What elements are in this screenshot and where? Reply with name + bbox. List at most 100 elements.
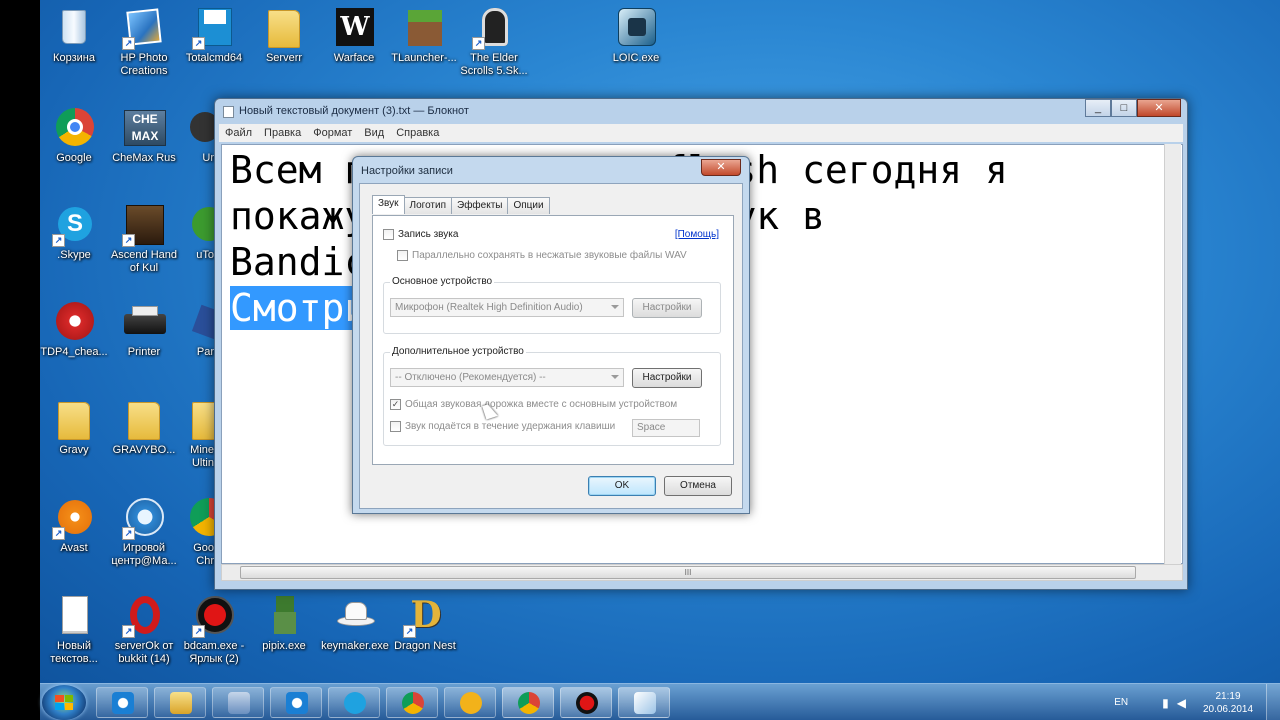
tab-logo[interactable]: Логотип xyxy=(403,197,452,214)
secondary-settings-button[interactable]: Настройки xyxy=(632,368,702,388)
desktop-icon-label: Goo Chr xyxy=(193,542,214,567)
desktop-icon-partial-goo[interactable]: Goo Chr xyxy=(180,490,214,582)
desktop-icon-keymaker[interactable]: keymaker.exe xyxy=(320,588,390,680)
taskbar-ie-button[interactable] xyxy=(96,687,148,718)
desktop-icon-label: Корзина xyxy=(53,52,95,64)
desktop-icon-bdcam[interactable]: ↗ bdcam.exe - Ярлык (2) xyxy=(179,588,249,680)
desktop-icon-serverr[interactable]: Serverr xyxy=(249,0,319,92)
desktop-icon-gravy[interactable]: Gravy xyxy=(39,392,109,484)
taskbar-media-button[interactable] xyxy=(212,687,264,718)
menu-item-format[interactable]: Формат xyxy=(307,127,358,139)
primary-settings-button[interactable]: Настройки xyxy=(632,298,702,318)
vertical-scrollbar[interactable] xyxy=(1164,144,1181,564)
desktop-icon-label: .Skype xyxy=(57,249,91,261)
language-indicator[interactable]: EN xyxy=(1114,697,1128,708)
desktop-icon-printer[interactable]: Printer xyxy=(109,294,179,386)
desktop-icon-hp-photo[interactable]: ↗ HP Photo Creations xyxy=(109,0,179,92)
desktop-icon-partial-ur[interactable]: Ur xyxy=(180,100,214,192)
loic-icon xyxy=(614,6,658,50)
desktop-icon-warface[interactable]: W Warface xyxy=(319,0,389,92)
start-button[interactable] xyxy=(42,685,86,720)
menu-bar: Файл Правка Формат Вид Справка xyxy=(219,124,1183,142)
group-label: Основное устройство xyxy=(390,276,495,287)
help-link[interactable]: [Помощь] xyxy=(675,229,719,240)
show-desktop-button[interactable] xyxy=(1266,684,1280,720)
keymaker-hat-icon xyxy=(333,594,377,638)
primary-device-select[interactable]: Микрофон (Realtek High Definition Audio) xyxy=(390,298,624,317)
desktop-icon-label: Dragon Nest xyxy=(394,640,456,652)
record-settings-dialog[interactable]: Настройки записи ✕ Звук Логотип Эффекты … xyxy=(352,156,750,514)
menu-item-view[interactable]: Вид xyxy=(358,127,390,139)
horizontal-scrollbar[interactable]: III xyxy=(221,564,1183,581)
taskbar-skype-button[interactable] xyxy=(328,687,380,718)
recycle-bin-icon xyxy=(52,6,96,50)
record-sound-checkbox[interactable]: Запись звука xyxy=(383,229,458,240)
network-icon[interactable]: ▮ xyxy=(1162,696,1169,710)
maximize-button[interactable]: □ xyxy=(1111,99,1137,117)
desktop-icon-pipix[interactable]: pipix.exe xyxy=(249,588,319,680)
desktop-icon-ascend[interactable]: ↗ Ascend Hand of Kul xyxy=(109,197,179,289)
mix-track-label: Общая звуковая дорожка вместе с основным… xyxy=(405,399,678,410)
taskbar-chrome-button[interactable] xyxy=(386,687,438,718)
menu-item-edit[interactable]: Правка xyxy=(258,127,307,139)
taskbar-notepad-button[interactable] xyxy=(618,687,670,718)
desktop-icon-label: Google xyxy=(56,152,92,164)
minimize-button[interactable]: _ xyxy=(1085,99,1111,117)
ok-button[interactable]: OK xyxy=(588,476,656,496)
desktop-icon-label: serverOk от bukkit (14) xyxy=(114,640,174,665)
taskbar-chrome2-button[interactable] xyxy=(502,687,554,718)
printer-icon xyxy=(122,300,166,344)
dialog-close-button[interactable]: ✕ xyxy=(701,159,741,176)
scrollbar-thumb[interactable]: III xyxy=(240,566,1136,579)
desktop-icon-dragon-nest[interactable]: D ↗ Dragon Nest xyxy=(390,588,460,680)
volume-icon[interactable]: ◀ xyxy=(1177,696,1186,710)
taskbar-mail-button[interactable] xyxy=(444,687,496,718)
notepad-app-icon xyxy=(223,106,234,118)
desktop-icon-recycle-bin[interactable]: Корзина xyxy=(39,0,109,92)
tab-effects[interactable]: Эффекты xyxy=(451,197,509,214)
desktop-icon-label: Gravy xyxy=(59,444,89,456)
desktop-icon-skyrim[interactable]: ↗ The Elder Scrolls 5.Sk... xyxy=(459,0,529,92)
desktop-icon-gravybo[interactable]: GRAVYBO... xyxy=(109,392,179,484)
desktop-icon-new-text[interactable]: Новый текстов... xyxy=(39,588,109,680)
desktop-icon-partial-par[interactable]: Par xyxy=(180,294,214,386)
tab-sound[interactable]: Звук xyxy=(372,195,405,214)
chevron-down-icon xyxy=(611,305,619,309)
close-button[interactable]: ✕ xyxy=(1137,99,1181,117)
taskbar-ie2-button[interactable] xyxy=(270,687,322,718)
cancel-button[interactable]: Отмена xyxy=(664,476,732,496)
mix-track-checkbox[interactable]: ✓ Общая звуковая дорожка вместе с основны… xyxy=(390,399,677,410)
skype-icon: S ↗ xyxy=(52,203,96,247)
hold-key-checkbox[interactable]: Звук подаётся в течение удержания клавиш… xyxy=(390,421,615,432)
clock[interactable]: 21:19 20.06.2014 xyxy=(1190,690,1266,716)
desktop-icon-chemax[interactable]: CHE MAX CheMax Rus xyxy=(109,100,179,192)
dialog-title: Настройки записи xyxy=(361,165,453,177)
desktop-icon-label: Par xyxy=(196,346,214,358)
desktop-icon-label: Warface xyxy=(333,52,375,64)
desktop-icon-google[interactable]: Google xyxy=(39,100,109,192)
tab-options[interactable]: Опции xyxy=(507,197,550,214)
menu-item-file[interactable]: Файл xyxy=(219,127,258,139)
save-wav-checkbox[interactable]: Параллельно сохранять в несжатые звуковы… xyxy=(397,250,687,261)
hold-key-field[interactable]: Space xyxy=(632,419,700,437)
desktop-icon-skype[interactable]: S ↗ .Skype xyxy=(39,197,109,289)
taskbar-bandicam-button[interactable] xyxy=(560,687,612,718)
desktop-icon-totalcmd[interactable]: ↗ Totalcmd64 xyxy=(179,0,249,92)
taskbar-explorer-button[interactable] xyxy=(154,687,206,718)
system-tray: EN ▮ ◀ 21:19 20.06.2014 xyxy=(1114,684,1280,720)
desktop-icon-avast[interactable]: ↗ Avast xyxy=(39,490,109,582)
desktop-icon-partial-mine[interactable]: Mine Ultin xyxy=(180,392,214,484)
desktop-icon-tlauncher[interactable]: TLauncher-... xyxy=(389,0,459,92)
folder-icon xyxy=(52,398,96,442)
desktop-icon-game-center[interactable]: ↗ Игровой центр@Ма... xyxy=(109,490,179,582)
menu-item-help[interactable]: Справка xyxy=(390,127,445,139)
desktop-icon-loic[interactable]: LOIC.exe xyxy=(601,0,671,92)
desktop-icon-serverok[interactable]: ↗ serverOk от bukkit (14) xyxy=(109,588,179,680)
desktop-icon-tdp4[interactable]: TDP4_chea... xyxy=(39,294,109,386)
desktop-icon-partial-utorrent[interactable]: uTo xyxy=(180,197,214,289)
tab-bar: Звук Логотип Эффекты Опции xyxy=(372,195,550,214)
skyrim-icon: ↗ xyxy=(472,6,516,50)
select-value: -- Отключено (Рекомендуется) -- xyxy=(395,372,546,383)
secondary-device-select[interactable]: -- Отключено (Рекомендуется) -- xyxy=(390,368,624,387)
hold-key-label: Звук подаётся в течение удержания клавиш… xyxy=(405,421,616,432)
